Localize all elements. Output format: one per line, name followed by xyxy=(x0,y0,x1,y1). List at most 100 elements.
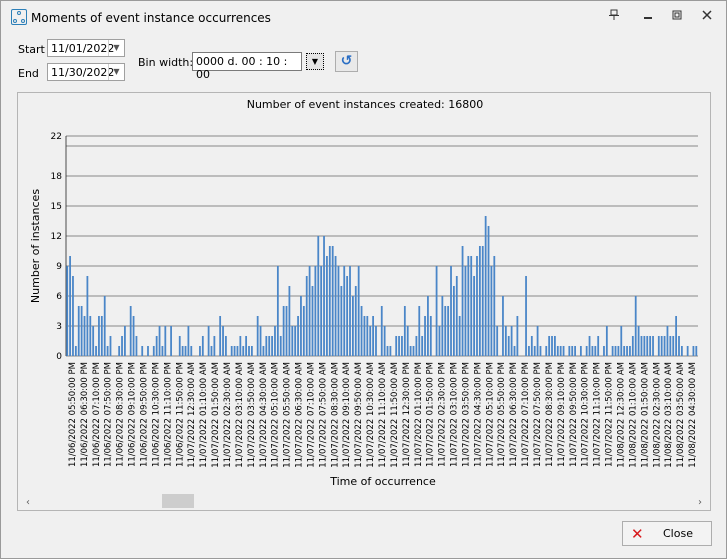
chart-bar xyxy=(219,316,222,356)
x-tick-label: 11/07/2022 10:30:00 PM xyxy=(581,362,591,467)
chart-bar xyxy=(435,266,438,356)
chart-bar xyxy=(103,296,106,356)
minimize-icon[interactable] xyxy=(639,9,657,25)
chart-bar xyxy=(302,306,305,356)
chart-bar xyxy=(271,336,273,356)
x-tick-label: 11/07/2022 12:30:00 AM xyxy=(187,362,197,468)
chart-bar xyxy=(366,316,369,356)
chart-bar xyxy=(548,336,551,356)
chart-bar xyxy=(276,266,279,356)
chart-bar xyxy=(579,346,582,356)
chart-bar xyxy=(554,336,556,356)
x-tick-label: 11/07/2022 10:30:00 AM xyxy=(366,362,376,468)
chart-bar xyxy=(643,336,646,356)
chart-bar xyxy=(135,336,138,356)
close-button-label: Close xyxy=(663,527,693,540)
chart-bar xyxy=(412,346,415,356)
pin-icon[interactable] xyxy=(605,9,623,25)
chart-bar xyxy=(487,226,490,356)
chart-bar xyxy=(637,326,640,356)
x-tick-label: 11/08/2022 01:10:00 AM xyxy=(628,362,638,468)
y-tick-label: 22 xyxy=(51,132,62,142)
chart-bar xyxy=(490,266,493,356)
chevron-down-icon[interactable]: ▼ xyxy=(108,64,124,80)
chevron-down-icon: ▼ xyxy=(311,57,319,66)
horizontal-scrollbar[interactable]: ‹ › xyxy=(19,492,711,509)
close-x-icon: ✕ xyxy=(631,525,644,543)
chart-bar xyxy=(375,326,377,356)
x-tick-label: 11/07/2022 11:50:00 PM xyxy=(605,362,615,467)
chart-bar xyxy=(282,306,285,356)
chart-bar xyxy=(594,346,597,356)
x-tick-label: 11/07/2022 04:30:00 PM xyxy=(473,362,483,467)
chart-bar xyxy=(320,266,323,356)
refresh-button[interactable]: ↺ xyxy=(335,51,358,72)
chart-bar xyxy=(496,326,499,356)
refresh-icon: ↺ xyxy=(340,53,353,69)
x-tick-label: 11/07/2022 03:10:00 AM xyxy=(235,362,245,468)
chart-bar xyxy=(649,336,652,356)
chart-bar xyxy=(389,346,392,356)
chart-bar xyxy=(262,346,265,356)
chart-bar xyxy=(441,296,444,356)
chart-bar xyxy=(646,336,649,356)
close-icon[interactable] xyxy=(698,9,716,25)
bin-width-dropdown-button[interactable]: ▼ xyxy=(306,53,324,70)
chart-bar xyxy=(617,346,620,356)
restore-icon[interactable] xyxy=(668,9,686,25)
chart-bar xyxy=(591,346,594,356)
x-tick-label: 11/07/2022 05:10:00 AM xyxy=(271,362,281,468)
chart-bar xyxy=(207,326,210,356)
y-tick-label: 6 xyxy=(56,292,62,302)
chart-bar xyxy=(213,336,216,356)
x-tick-label: 11/07/2022 07:50:00 PM xyxy=(533,362,543,467)
chart-bar xyxy=(300,296,302,356)
x-tick-label: 11/06/2022 10:30:00 PM xyxy=(151,362,161,467)
chart-bar xyxy=(294,326,297,356)
chart-bar xyxy=(663,336,666,356)
chart-bar xyxy=(66,266,69,356)
chart-bar xyxy=(695,346,698,356)
chart-bar xyxy=(158,326,161,356)
x-tick-label: 11/06/2022 09:10:00 PM xyxy=(128,362,138,467)
scroll-left-icon[interactable]: ‹ xyxy=(26,497,30,508)
chart-bar xyxy=(248,346,250,356)
chart-bar xyxy=(415,336,418,356)
chart-bar xyxy=(450,266,452,356)
chart-bar xyxy=(427,296,429,356)
close-button[interactable]: ✕ Close xyxy=(622,521,712,546)
x-tick-label: 11/07/2022 08:30:00 PM xyxy=(545,362,555,467)
y-tick-label: 18 xyxy=(51,172,63,182)
bin-width-input[interactable]: 0000 d. 00 : 10 : 00 xyxy=(192,52,302,81)
bin-width-label: Bin width: xyxy=(138,56,194,69)
chart-bar xyxy=(83,316,86,356)
chart-panel: Number of event instances created: 16800… xyxy=(17,92,711,511)
chart-bar xyxy=(201,336,204,356)
x-tick-label: 11/07/2022 09:50:00 AM xyxy=(354,362,364,468)
chart-bar xyxy=(562,346,565,356)
start-date-field[interactable]: 11/01/2022 ▼ xyxy=(47,39,125,57)
chart-bar xyxy=(680,346,683,356)
chart-bar xyxy=(406,326,409,356)
chart-bar xyxy=(418,306,421,356)
chart-bar xyxy=(305,276,308,356)
chart-bar xyxy=(354,286,357,356)
x-tick-label: 11/07/2022 02:30:00 PM xyxy=(438,362,448,467)
y-axis-ticks: 0 3 6 9 12 15 18 22 xyxy=(51,132,63,362)
chart-bar xyxy=(692,346,695,356)
chart-bar xyxy=(328,246,331,356)
chart-bar xyxy=(170,326,172,356)
scrollbar-thumb[interactable] xyxy=(162,494,194,508)
chart-bar xyxy=(614,346,617,356)
scroll-right-icon[interactable]: › xyxy=(698,497,702,508)
x-tick-label: 11/07/2022 07:10:00 AM xyxy=(307,362,317,468)
chart-bar xyxy=(352,296,354,356)
y-tick-label: 9 xyxy=(56,262,62,272)
end-date-field[interactable]: 11/30/2022 ▼ xyxy=(47,63,125,81)
chart-title: Number of event instances created: 16800 xyxy=(247,98,484,111)
chart-bar xyxy=(585,346,588,356)
chevron-down-icon[interactable]: ▼ xyxy=(108,40,124,56)
chart-bar xyxy=(178,336,181,356)
x-tick-label: 11/07/2022 07:50:00 AM xyxy=(318,362,328,468)
chart-bar xyxy=(631,336,634,356)
